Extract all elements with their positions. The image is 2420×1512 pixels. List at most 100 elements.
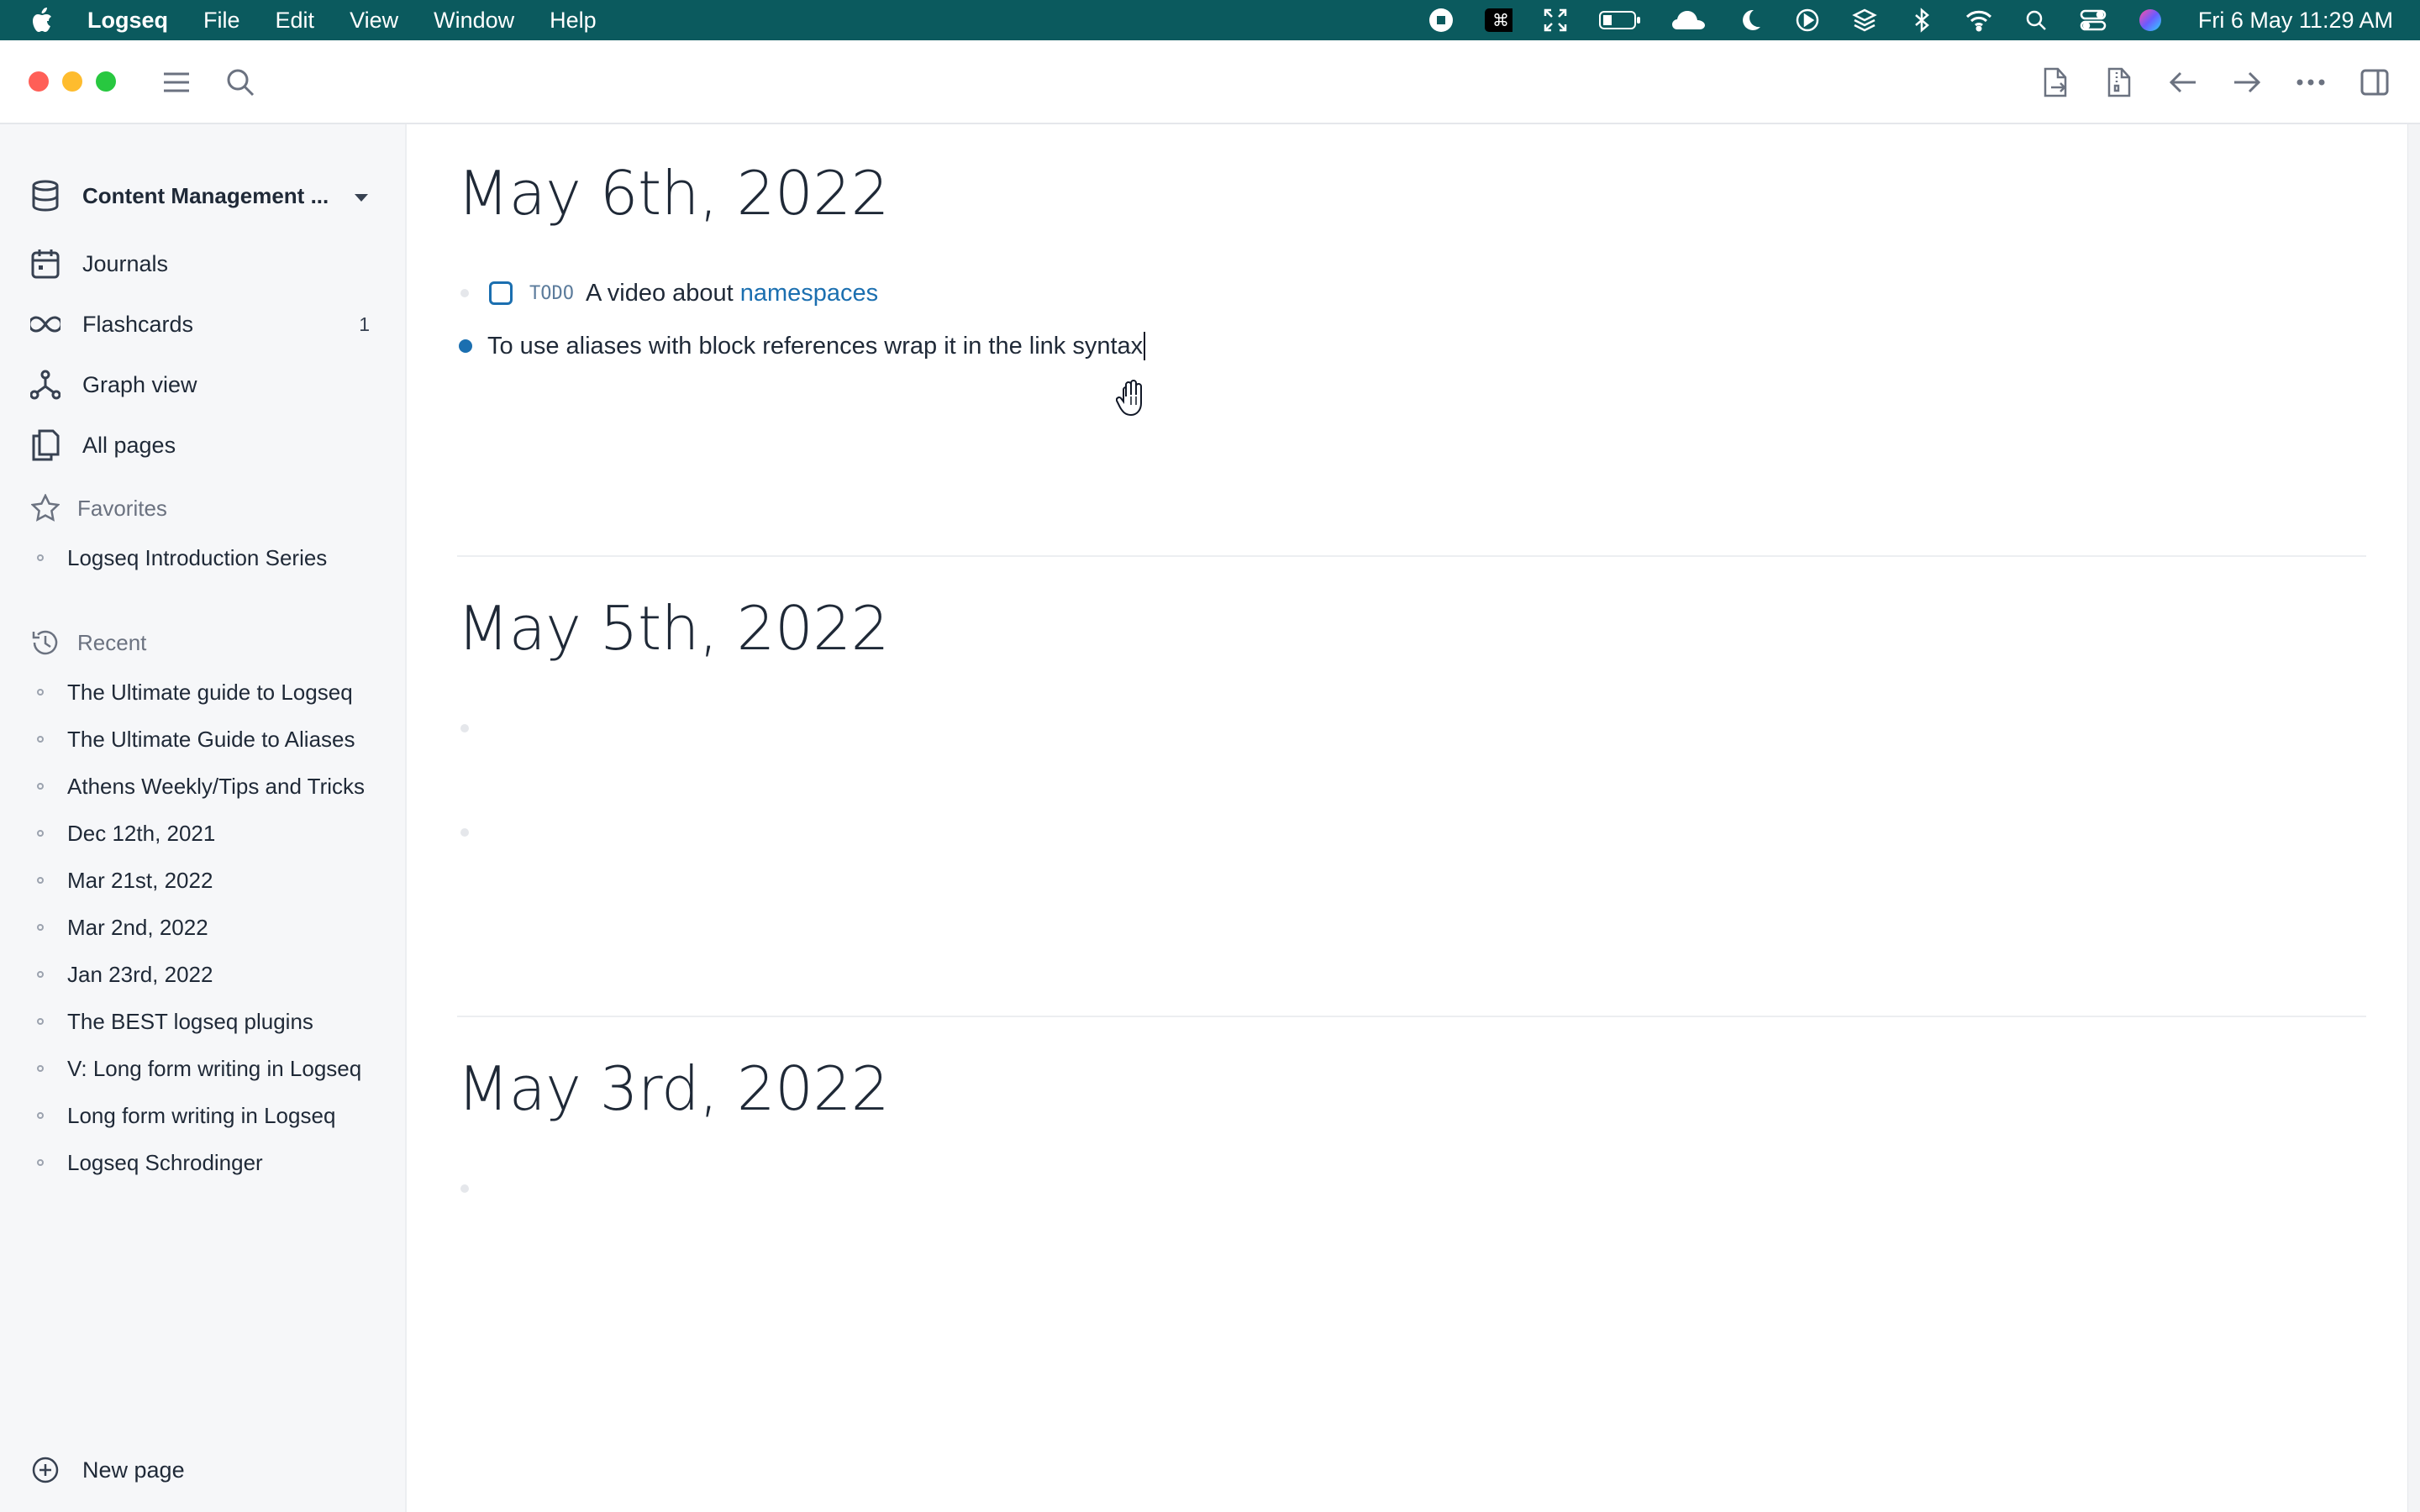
- bullet-dot: [37, 783, 44, 790]
- moon-icon[interactable]: [1736, 8, 1765, 33]
- play-icon[interactable]: [1793, 8, 1822, 33]
- recent-item[interactable]: The Ultimate Guide to Aliases: [37, 720, 373, 759]
- graph-icon: [27, 366, 64, 403]
- back-button[interactable]: [2165, 64, 2202, 101]
- menu-app-name[interactable]: Logseq: [87, 8, 168, 34]
- more-options-button[interactable]: [2292, 64, 2329, 101]
- hand-cursor-icon: [1115, 380, 1146, 417]
- block-bullet[interactable]: [460, 724, 469, 732]
- graph-selector[interactable]: Content Management ...: [25, 172, 378, 219]
- journal-title[interactable]: May 3rd, 2022: [457, 1053, 890, 1124]
- editing-block[interactable]: To use aliases with block references wra…: [457, 325, 1146, 367]
- recent-item[interactable]: Long form writing in Logseq: [37, 1096, 373, 1135]
- arrow-right-icon: [2234, 71, 2261, 93]
- search-icon[interactable]: [2022, 8, 2050, 33]
- block-bullet[interactable]: [460, 289, 469, 297]
- todo-block[interactable]: TODO A video about namespaces: [457, 272, 878, 314]
- left-sidebar: Content Management ... Journals Flashcar…: [0, 124, 407, 1512]
- sidebar-item-graph-view[interactable]: Graph view: [25, 361, 378, 408]
- window-zoom-button[interactable]: [96, 71, 116, 92]
- empty-block[interactable]: [457, 1168, 489, 1210]
- window-minimize-button[interactable]: [62, 71, 82, 92]
- graph-name: Content Management ...: [82, 182, 329, 208]
- journal-title[interactable]: May 6th, 2022: [457, 158, 889, 228]
- control-center-icon[interactable]: [2079, 8, 2107, 33]
- arrow-left-icon: [2169, 71, 2196, 93]
- menu-help[interactable]: Help: [550, 8, 597, 34]
- sidebar-item-label: Flashcards: [82, 311, 194, 337]
- plus-circle-icon: [27, 1452, 64, 1488]
- new-page-button[interactable]: New page: [25, 1446, 378, 1494]
- more-dots-icon: [2296, 79, 2325, 86]
- bullet-dot: [37, 1112, 44, 1119]
- empty-block[interactable]: [457, 811, 489, 853]
- recent-header[interactable]: Recent: [25, 622, 146, 664]
- recent-item[interactable]: Athens Weekly/Tips and Tricks: [37, 767, 373, 806]
- new-page-label: New page: [82, 1457, 185, 1483]
- history-icon: [27, 624, 64, 661]
- todo-text: A video about: [585, 279, 734, 307]
- bullet-dot: [37, 924, 44, 931]
- export-page-button[interactable]: [2037, 64, 2074, 101]
- recent-item[interactable]: Mar 21st, 2022: [37, 861, 373, 900]
- fullscreen-icon[interactable]: [1541, 8, 1570, 33]
- bullet-dot: [37, 736, 44, 743]
- layers-icon[interactable]: [1850, 8, 1879, 33]
- main-scrollbar[interactable]: [2407, 124, 2420, 1512]
- cloud-icon[interactable]: [1670, 8, 1707, 33]
- command-icon[interactable]: ⌘: [1484, 8, 1512, 33]
- sidebar-item-journals[interactable]: Journals: [25, 240, 378, 287]
- block-bullet[interactable]: [460, 828, 469, 837]
- sidebar-item-all-pages[interactable]: All pages: [25, 422, 378, 469]
- caret-down-icon[interactable]: [353, 186, 370, 212]
- forward-button[interactable]: [2228, 64, 2265, 101]
- right-sidebar-toggle-button[interactable]: [2356, 64, 2393, 101]
- menu-window[interactable]: Window: [434, 8, 514, 34]
- record-icon[interactable]: [1427, 8, 1455, 33]
- journal-title[interactable]: May 5th, 2022: [457, 593, 889, 664]
- sidebar-toggle-button[interactable]: [158, 64, 195, 101]
- calendar-icon: [27, 245, 64, 282]
- recent-item[interactable]: Mar 2nd, 2022: [37, 908, 373, 947]
- bullet-dot: [37, 1159, 44, 1166]
- recent-item[interactable]: Logseq Schrodinger: [37, 1143, 373, 1182]
- battery-icon[interactable]: [1598, 8, 1642, 33]
- menubar-status-area: ⌘ Fri 6 May 11:29 AM: [1427, 0, 2393, 40]
- menubar-clock[interactable]: Fri 6 May 11:29 AM: [2198, 8, 2393, 34]
- block-bullet[interactable]: [459, 339, 472, 353]
- bluetooth-icon[interactable]: [1907, 8, 1936, 33]
- flashcards-count-badge: 1: [359, 312, 370, 335]
- recent-item[interactable]: Dec 12th, 2021: [37, 814, 373, 853]
- bullet-dot: [37, 689, 44, 696]
- recent-item[interactable]: The BEST logseq plugins: [37, 1002, 373, 1041]
- bullet-dot: [37, 830, 44, 837]
- journal-divider: [457, 555, 2366, 557]
- menu-edit[interactable]: Edit: [276, 8, 315, 34]
- recent-item[interactable]: V: Long form writing in Logseq: [37, 1049, 373, 1088]
- sidebar-right-icon: [2360, 69, 2389, 96]
- wifi-icon[interactable]: [1965, 8, 1993, 33]
- page-reference-link[interactable]: namespaces: [740, 280, 878, 307]
- favorites-header[interactable]: Favorites: [25, 487, 167, 529]
- bullet-dot: [37, 971, 44, 978]
- block-editor-text[interactable]: To use aliases with block references wra…: [487, 333, 1143, 360]
- sidebar-item-label: Graph view: [82, 371, 197, 397]
- menu-icon: [164, 72, 189, 92]
- recent-label: Recent: [77, 629, 147, 655]
- sidebar-item-flashcards[interactable]: Flashcards 1: [25, 301, 378, 348]
- favorite-item[interactable]: Logseq Introduction Series: [37, 538, 373, 577]
- recent-item[interactable]: Jan 23rd, 2022: [37, 955, 373, 994]
- menu-view[interactable]: View: [350, 8, 398, 34]
- todo-marker: TODO: [529, 282, 574, 304]
- block-bullet[interactable]: [460, 1184, 469, 1193]
- siri-icon[interactable]: [2136, 8, 2165, 33]
- todo-checkbox[interactable]: [489, 281, 513, 305]
- empty-block[interactable]: [457, 707, 489, 749]
- search-button[interactable]: [222, 64, 259, 101]
- archive-button[interactable]: [2101, 64, 2138, 101]
- apple-icon[interactable]: [30, 7, 72, 34]
- recent-item[interactable]: The Ultimate guide to Logseq: [37, 673, 373, 711]
- window-close-button[interactable]: [29, 71, 49, 92]
- database-icon: [27, 177, 64, 214]
- menu-file[interactable]: File: [203, 8, 240, 34]
